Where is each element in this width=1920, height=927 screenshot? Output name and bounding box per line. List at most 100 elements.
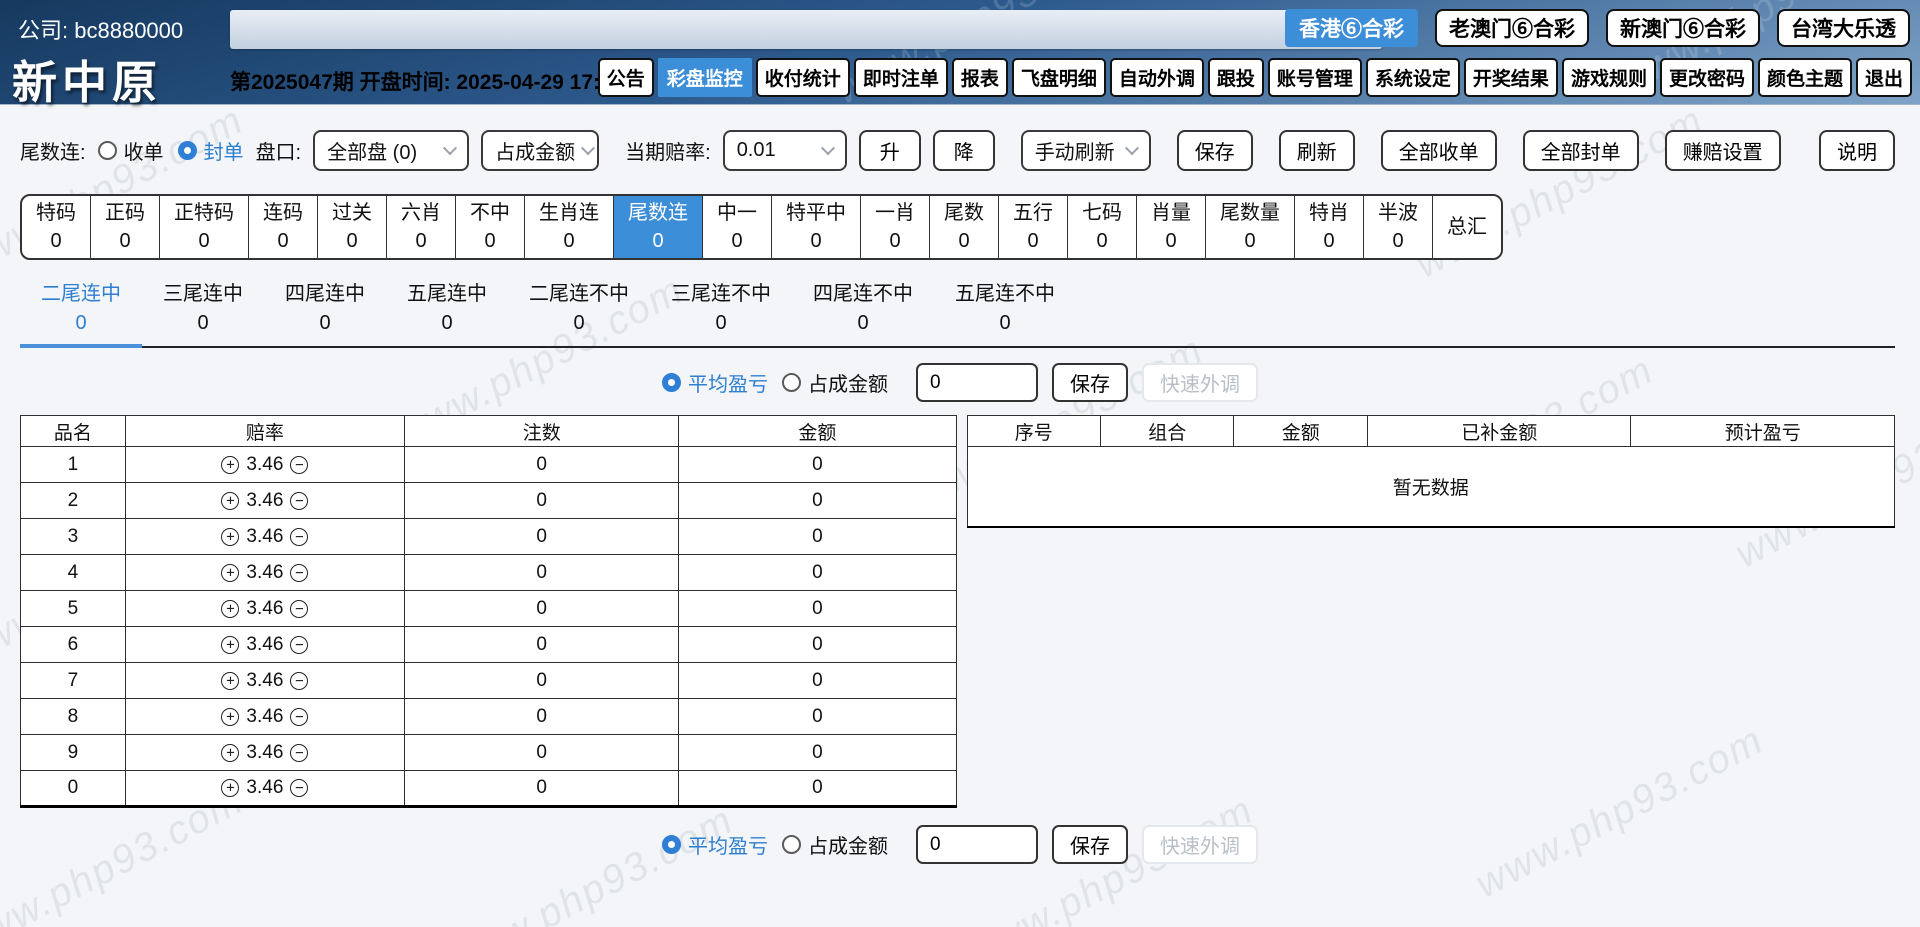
category-tab[interactable]: 生肖连 0 — [525, 196, 614, 258]
decrease-odds-icon[interactable] — [290, 564, 308, 582]
category-tab[interactable]: 七码 0 — [1068, 196, 1137, 258]
odds-step-select[interactable]: 0.01 — [723, 130, 847, 171]
category-tab[interactable]: 特码 0 — [22, 196, 91, 258]
lottery-tab[interactable]: 台湾大乐透 — [1777, 9, 1910, 47]
nav-item[interactable]: 退出 — [1856, 58, 1912, 97]
increase-odds-icon[interactable] — [221, 708, 239, 726]
nav-item[interactable]: 公告 — [598, 58, 654, 97]
increase-odds-icon[interactable] — [221, 779, 239, 797]
category-tab[interactable]: 连码 0 — [249, 196, 318, 258]
nav-item[interactable]: 系统设定 — [1366, 58, 1460, 97]
decrease-odds-icon[interactable] — [290, 600, 308, 618]
increase-odds-icon[interactable] — [221, 492, 239, 510]
profit-settings-button[interactable]: 赚赔设置 — [1665, 130, 1781, 171]
seal-all-button[interactable]: 全部封单 — [1523, 130, 1639, 171]
bets-cell: 0 — [405, 663, 679, 699]
chevron-down-icon — [1125, 141, 1139, 155]
category-tab[interactable]: 正码 0 — [91, 196, 160, 258]
adjust-amount-input[interactable] — [916, 825, 1038, 864]
category-tab[interactable]: 尾数 0 — [930, 196, 999, 258]
mode-radio-option[interactable]: 收单 — [98, 136, 164, 165]
adjust-radio-option[interactable]: 占成金额 — [782, 830, 888, 859]
decrease-odds-icon[interactable] — [290, 456, 308, 474]
category-tab[interactable]: 六肖 0 — [387, 196, 456, 258]
increase-odds-icon[interactable] — [221, 528, 239, 546]
toolbar: 尾数连: 收单 封单 盘口: 全部盘 (0) 占成金额 当期赔率: — [0, 130, 1920, 171]
decrease-odds-icon[interactable] — [290, 528, 308, 546]
nav-item[interactable]: 跟投 — [1208, 58, 1264, 97]
nav-item[interactable]: 收付统计 — [756, 58, 850, 97]
decrease-odds-icon[interactable] — [290, 779, 308, 797]
category-tab[interactable]: 不中 0 — [456, 196, 525, 258]
category-tabs: 特码 0 正码 0 正特码 0 连码 0 过关 0 六肖 0 — [20, 194, 1503, 260]
sub-tab[interactable]: 五尾连中 0 — [386, 280, 508, 348]
help-button[interactable]: 说明 — [1819, 130, 1895, 171]
sub-tab[interactable]: 三尾连不中 0 — [650, 280, 792, 348]
mode-radio-option[interactable]: 封单 — [178, 136, 244, 165]
adjust-save-button[interactable]: 保存 — [1052, 363, 1128, 402]
refresh-mode-select[interactable]: 手动刷新 — [1021, 130, 1151, 171]
nav-item[interactable]: 即时注单 — [854, 58, 948, 97]
adjust-save-button[interactable]: 保存 — [1052, 825, 1128, 864]
lottery-tab[interactable]: 老澳门⑥合彩 — [1435, 9, 1589, 47]
decrease-odds-icon[interactable] — [290, 744, 308, 762]
adjust-radio-option[interactable]: 平均盈亏 — [662, 368, 768, 397]
nav-item[interactable]: 飞盘明细 — [1012, 58, 1106, 97]
ratio-select[interactable]: 占成金额 — [481, 130, 599, 171]
nav-item[interactable]: 报表 — [952, 58, 1008, 97]
lower-odds-button[interactable]: 降 — [933, 130, 995, 171]
save-button[interactable]: 保存 — [1177, 130, 1253, 171]
decrease-odds-icon[interactable] — [290, 708, 308, 726]
lottery-tab[interactable]: 香港⑥合彩 — [1285, 9, 1418, 47]
increase-odds-icon[interactable] — [221, 456, 239, 474]
sub-tab[interactable]: 五尾连不中 0 — [934, 280, 1076, 348]
sub-tab[interactable]: 三尾连中 0 — [142, 280, 264, 348]
receive-all-button[interactable]: 全部收单 — [1381, 130, 1497, 171]
nav-item[interactable]: 游戏规则 — [1562, 58, 1656, 97]
refresh-button[interactable]: 刷新 — [1279, 130, 1355, 171]
radio-icon — [782, 835, 801, 854]
decrease-odds-icon[interactable] — [290, 492, 308, 510]
category-tab[interactable]: 过关 0 — [318, 196, 387, 258]
decrease-odds-icon[interactable] — [290, 672, 308, 690]
raise-odds-button[interactable]: 升 — [859, 130, 921, 171]
category-tab[interactable]: 尾数量 0 — [1206, 196, 1295, 258]
sub-tab[interactable]: 四尾连中 0 — [264, 280, 386, 348]
category-tab[interactable]: 尾数连 0 — [614, 196, 703, 258]
sub-tab[interactable]: 二尾连中 0 — [20, 280, 142, 348]
nav-item[interactable]: 彩盘监控 — [658, 58, 752, 97]
category-tab[interactable]: 肖量 0 — [1137, 196, 1206, 258]
quick-adjust-button[interactable]: 快速外调 — [1142, 363, 1258, 402]
category-tab[interactable]: 五行 0 — [999, 196, 1068, 258]
game-label: 尾数连: — [20, 136, 86, 165]
increase-odds-icon[interactable] — [221, 744, 239, 762]
category-tab[interactable]: 特平中 0 — [772, 196, 861, 258]
nav-item[interactable]: 颜色主题 — [1758, 58, 1852, 97]
category-tab[interactable]: 总汇 — [1433, 196, 1501, 258]
nav-item[interactable]: 更改密码 — [1660, 58, 1754, 97]
category-tab[interactable]: 一肖 0 — [861, 196, 930, 258]
quick-adjust-button[interactable]: 快速外调 — [1142, 825, 1258, 864]
nav-item[interactable]: 自动外调 — [1110, 58, 1204, 97]
adjust-radio-option[interactable]: 平均盈亏 — [662, 830, 768, 859]
increase-odds-icon[interactable] — [221, 636, 239, 654]
sub-tab[interactable]: 四尾连不中 0 — [792, 280, 934, 348]
market-select[interactable]: 全部盘 (0) — [313, 130, 469, 171]
table-row: 9 3.46 0 0 — [21, 735, 957, 771]
category-tab[interactable]: 特肖 0 — [1295, 196, 1364, 258]
lottery-tab[interactable]: 新澳门⑥合彩 — [1606, 9, 1760, 47]
increase-odds-icon[interactable] — [221, 672, 239, 690]
sub-tab[interactable]: 二尾连不中 0 — [508, 280, 650, 348]
amount-cell: 0 — [679, 555, 956, 591]
category-tab[interactable]: 中一 0 — [703, 196, 772, 258]
category-tab[interactable]: 半波 0 — [1364, 196, 1433, 258]
increase-odds-icon[interactable] — [221, 564, 239, 582]
decrease-odds-icon[interactable] — [290, 636, 308, 654]
category-tab[interactable]: 正特码 0 — [160, 196, 249, 258]
item-name-cell: 9 — [21, 735, 126, 771]
nav-item[interactable]: 开奖结果 — [1464, 58, 1558, 97]
increase-odds-icon[interactable] — [221, 600, 239, 618]
adjust-radio-option[interactable]: 占成金额 — [782, 368, 888, 397]
nav-item[interactable]: 账号管理 — [1268, 58, 1362, 97]
adjust-amount-input[interactable] — [916, 363, 1038, 402]
